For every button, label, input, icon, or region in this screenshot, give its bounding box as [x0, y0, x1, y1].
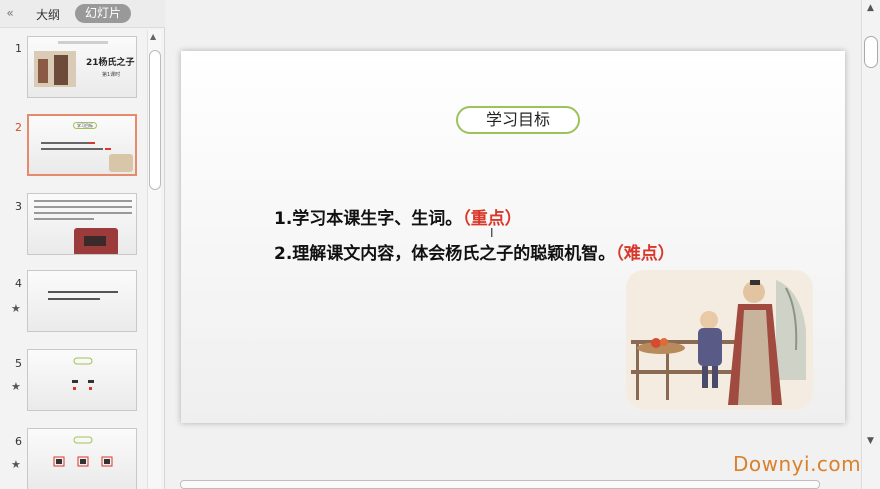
editor-vertical-scrollbar[interactable]: ▲ ▼	[861, 0, 880, 489]
objective-2-tag: （难点）	[615, 244, 675, 264]
star-icon[interactable]: ★	[11, 458, 21, 471]
slide-editor: 学习目标 1.学习本课生字、生词。（重点） 2.理解课文内容，体会杨氏之子的聪颖…	[166, 0, 861, 489]
thumbnail-4-picture	[48, 291, 118, 300]
thumbnail-1-subtitle: 第1课时	[102, 72, 121, 78]
watermark: Downyi.com	[733, 452, 862, 476]
double-chevron-left-icon[interactable]: «	[3, 5, 17, 21]
thumbnail-5-picture	[72, 357, 94, 390]
text-cursor-icon: I	[490, 226, 494, 240]
thumbnail-scroll-thumb[interactable]	[149, 50, 161, 190]
thumbnail-number: 2	[15, 121, 22, 134]
thumbnail-2-pill: 学习目标	[73, 122, 97, 129]
thumbnail-number: 1	[15, 42, 22, 55]
thumbnail-3-picture	[34, 200, 132, 254]
objective-1-text: 1.学习本课生字、生词。	[274, 209, 463, 229]
objective-2-text: 2.理解课文内容，体会杨氏之子的聪颖机智。	[274, 244, 616, 264]
slide-thumbnail-5[interactable]	[27, 349, 137, 411]
thumbnail-scrollbar[interactable]: ▲	[147, 30, 161, 489]
panel-tabs: « 大纲 幻灯片	[0, 0, 165, 28]
objective-2[interactable]: 2.理解课文内容，体会杨氏之子的聪颖机智。（难点）	[274, 239, 675, 264]
slide-thumbnail-3[interactable]	[27, 193, 137, 255]
thumbnail-number: 4	[15, 277, 22, 290]
thumbnail-6-picture	[53, 436, 113, 467]
illustration-image[interactable]	[626, 270, 813, 410]
thumbnail-number: 5	[15, 357, 22, 370]
slide-panel: « 大纲 幻灯片 1 21杨氏之子 第1课时 2 学习目标 3 4 ★ 5 ★ …	[0, 0, 165, 489]
slide-thumbnail-4[interactable]	[27, 270, 137, 332]
tab-slides[interactable]: 幻灯片	[75, 4, 131, 23]
objective-1[interactable]: 1.学习本课生字、生词。（重点）	[274, 204, 522, 229]
slide-thumbnail-2[interactable]: 学习目标	[27, 114, 137, 176]
scroll-down-icon[interactable]: ▼	[867, 436, 874, 446]
slide-thumbnail-6[interactable]	[27, 428, 137, 489]
thumbnail-1-title: 21杨氏之子	[86, 58, 135, 68]
scroll-up-icon[interactable]: ▲	[867, 3, 874, 13]
thumbnail-number: 3	[15, 200, 22, 213]
tab-outline[interactable]: 大纲	[36, 6, 60, 23]
star-icon[interactable]: ★	[11, 380, 21, 393]
slide-thumbnail-1[interactable]: 21杨氏之子 第1课时	[27, 36, 137, 98]
illustration-drawing	[626, 270, 813, 410]
editor-scroll-thumb[interactable]	[864, 36, 878, 68]
slide-title[interactable]: 学习目标	[456, 106, 580, 134]
editor-horizontal-scrollbar[interactable]	[180, 480, 820, 489]
slide-canvas[interactable]: 学习目标 1.学习本课生字、生词。（重点） 2.理解课文内容，体会杨氏之子的聪颖…	[181, 51, 845, 423]
scroll-up-icon[interactable]: ▲	[150, 32, 156, 41]
star-icon[interactable]: ★	[11, 302, 21, 315]
thumbnail-number: 6	[15, 435, 22, 448]
